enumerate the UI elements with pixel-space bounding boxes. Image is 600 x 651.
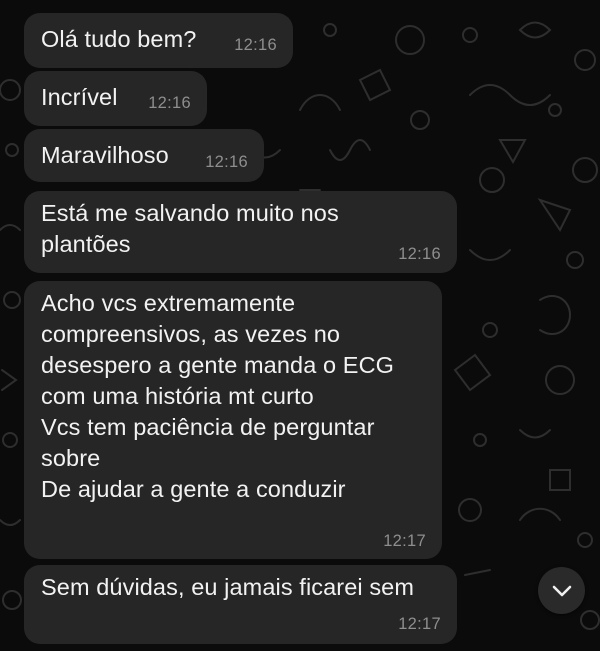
incoming-message[interactable]: Sem dúvidas, eu jamais ficarei sem 12:17	[24, 565, 457, 644]
incoming-message[interactable]: Olá tudo bem? 12:16	[24, 13, 293, 68]
incoming-message[interactable]: Está me salvando muito nos plantões 12:1…	[24, 191, 457, 273]
message-timestamp: 12:17	[383, 532, 426, 550]
message-timestamp: 12:16	[234, 36, 277, 54]
message-text: Sem dúvidas, eu jamais ficarei sem	[41, 574, 415, 600]
message-text: Incrível	[41, 84, 118, 110]
message-text: Olá tudo bem?	[41, 26, 197, 52]
incoming-message[interactable]: Maravilhoso 12:16	[24, 129, 264, 182]
message-text: Acho vcs extremamente compreensivos, as …	[41, 290, 395, 502]
message-timestamp: 12:16	[148, 94, 191, 112]
message-list[interactable]: Olá tudo bem? 12:16 Incrível 12:16 Marav…	[0, 0, 600, 651]
message-timestamp: 12:16	[205, 153, 248, 171]
chevron-down-icon	[552, 585, 571, 596]
message-text: Maravilhoso	[41, 142, 169, 168]
message-text: Está me salvando muito nos plantões	[41, 200, 339, 257]
scroll-to-bottom-button[interactable]	[538, 567, 585, 614]
message-timestamp: 12:16	[398, 245, 441, 263]
incoming-message[interactable]: Incrível 12:16	[24, 71, 207, 126]
message-timestamp: 12:17	[398, 615, 441, 633]
incoming-message[interactable]: Acho vcs extremamente compreensivos, as …	[24, 281, 442, 559]
